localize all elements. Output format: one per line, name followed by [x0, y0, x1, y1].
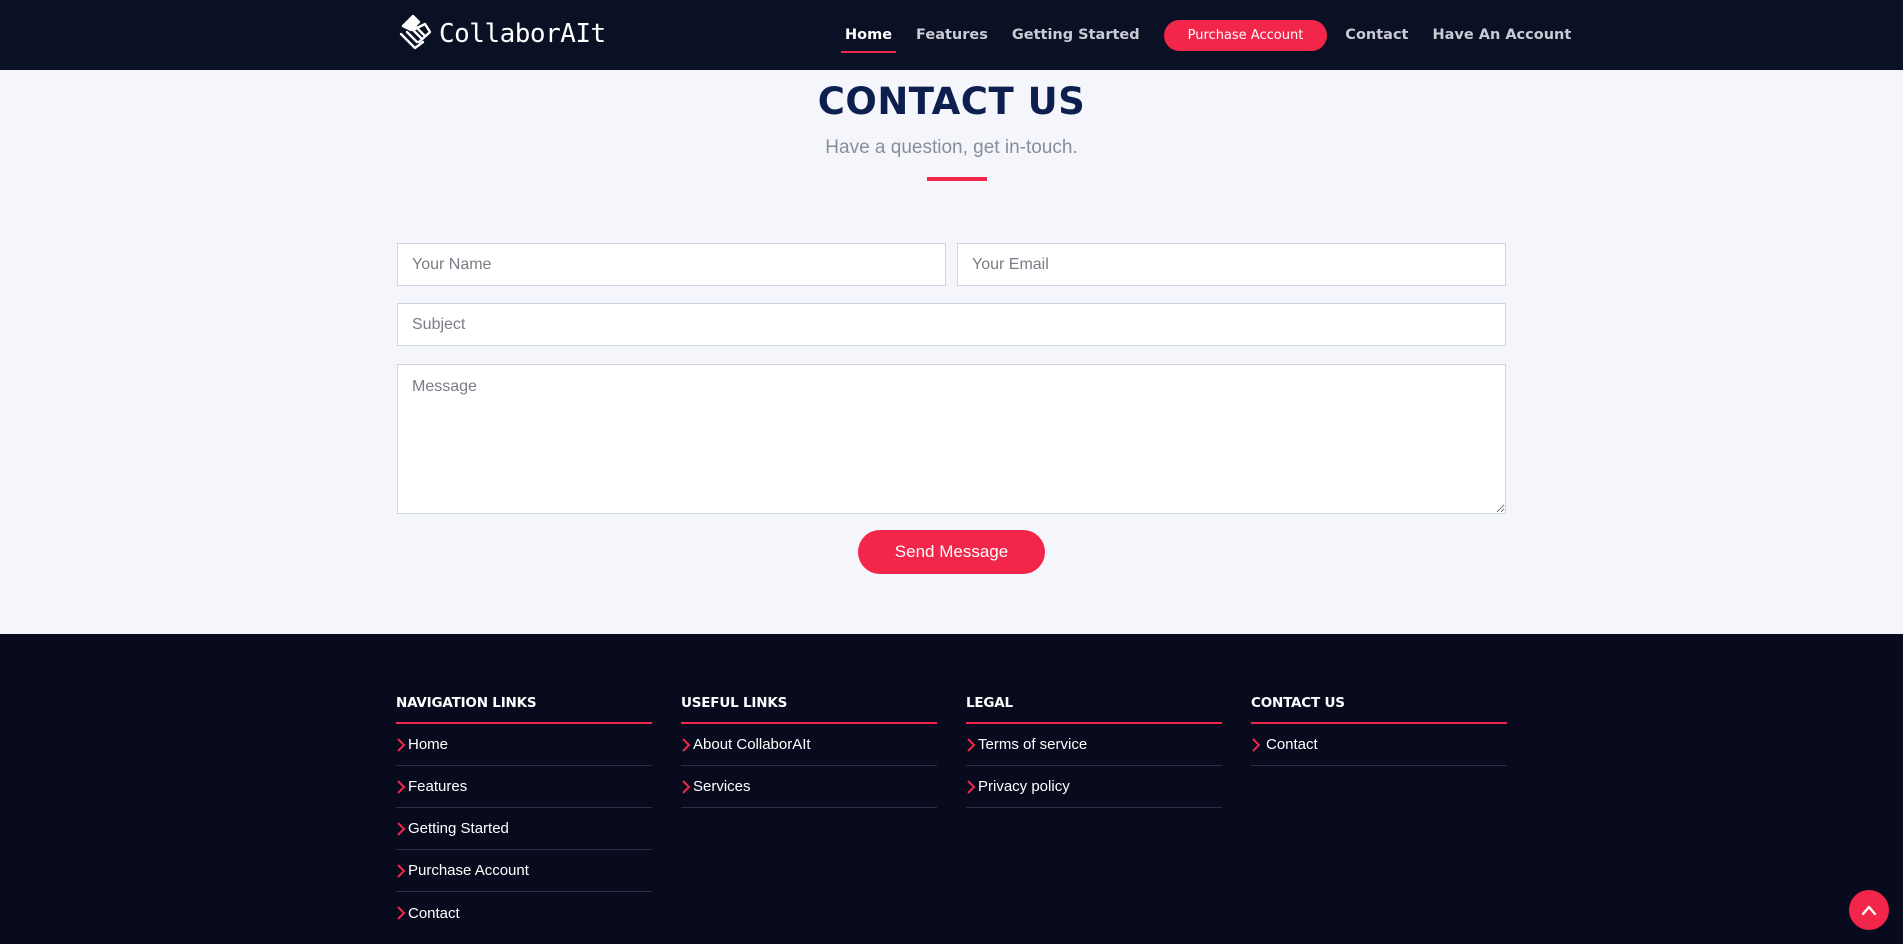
footer-heading: NAVIGATION LINKS: [396, 695, 652, 724]
footer-link-item[interactable]: Services: [681, 766, 937, 808]
footer-heading: CONTACT US: [1251, 695, 1507, 724]
footer-link-item[interactable]: Home: [396, 724, 652, 766]
nav-getting-started[interactable]: Getting Started: [1012, 21, 1140, 49]
chevron-right-icon: [396, 737, 408, 753]
footer-link-contact-us[interactable]: Contact: [1266, 736, 1318, 753]
footer-heading: LEGAL: [966, 695, 1222, 724]
chevron-right-icon: [966, 779, 978, 795]
footer-link-item[interactable]: Privacy policy: [966, 766, 1222, 808]
nav-have-an-account[interactable]: Have An Account: [1432, 21, 1571, 49]
footer-link-getting-started[interactable]: Getting Started: [408, 820, 509, 837]
footer-column-useful-links: USEFUL LINKS About CollaborAIt Services: [681, 695, 937, 808]
chevron-right-icon: [966, 737, 978, 753]
chevron-right-icon: [681, 737, 693, 753]
footer-link-item[interactable]: Features: [396, 766, 652, 808]
section-subtitle: Have a question, get in-touch.: [825, 137, 1078, 158]
chevron-up-icon: [1861, 905, 1877, 916]
footer-link-services[interactable]: Services: [693, 778, 751, 795]
main-nav: Home Features Getting Started Purchase A…: [840, 0, 1595, 70]
footer-heading: USEFUL LINKS: [681, 695, 937, 724]
chevron-right-icon: [396, 863, 408, 879]
chevron-right-icon: [681, 779, 693, 795]
footer-link-contact[interactable]: Contact: [408, 905, 460, 922]
site-footer: NAVIGATION LINKS Home Features Getting S…: [0, 634, 1903, 944]
title-underline: [927, 177, 987, 181]
footer-link-item[interactable]: Contact: [396, 892, 652, 934]
footer-link-item[interactable]: About CollaborAIt: [681, 724, 937, 766]
footer-link-item[interactable]: Terms of service: [966, 724, 1222, 766]
chevron-right-icon: [1251, 737, 1263, 753]
purchase-account-button[interactable]: Purchase Account: [1163, 19, 1328, 51]
footer-link-features[interactable]: Features: [408, 778, 467, 795]
footer-link-home[interactable]: Home: [408, 736, 448, 753]
site-header: CollaborAIt Home Features Getting Starte…: [0, 0, 1903, 70]
footer-link-about[interactable]: About CollaborAIt: [693, 736, 811, 753]
back-to-top-button[interactable]: [1849, 890, 1889, 930]
send-message-button[interactable]: Send Message: [858, 530, 1045, 574]
footer-link-purchase-account[interactable]: Purchase Account: [408, 862, 529, 879]
message-field[interactable]: [397, 364, 1506, 514]
footer-column-legal: LEGAL Terms of service Privacy policy: [966, 695, 1222, 808]
chevron-right-icon: [396, 779, 408, 795]
brand-name: CollaborAIt: [439, 19, 606, 49]
nav-contact[interactable]: Contact: [1345, 21, 1408, 49]
email-field[interactable]: [957, 243, 1506, 286]
subject-field[interactable]: [397, 303, 1506, 346]
footer-link-item[interactable]: Contact: [1251, 724, 1507, 766]
footer-link-item[interactable]: Getting Started: [396, 808, 652, 850]
nav-features[interactable]: Features: [916, 21, 988, 49]
footer-link-item[interactable]: Purchase Account: [396, 850, 652, 892]
footer-column-contact: CONTACT US Contact: [1251, 695, 1507, 766]
brand-logo[interactable]: CollaborAIt: [397, 13, 606, 55]
chevron-right-icon: [396, 821, 408, 837]
footer-link-terms[interactable]: Terms of service: [978, 736, 1087, 753]
footer-link-privacy[interactable]: Privacy policy: [978, 778, 1070, 795]
name-field[interactable]: [397, 243, 946, 286]
handshake-icon: [397, 12, 433, 57]
footer-column-navigation: NAVIGATION LINKS Home Features Getting S…: [396, 695, 652, 934]
section-title: CONTACT US: [817, 80, 1086, 123]
chevron-right-icon: [396, 905, 408, 921]
nav-home[interactable]: Home: [840, 21, 897, 53]
